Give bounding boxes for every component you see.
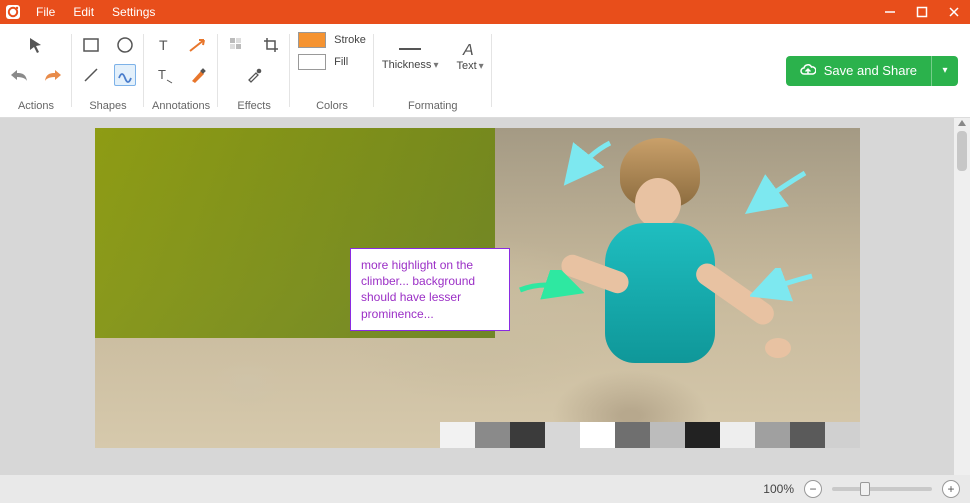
group-label-shapes: Shapes <box>89 98 126 115</box>
svg-text:T: T <box>158 67 166 82</box>
highlighter-tool-icon[interactable] <box>187 64 209 86</box>
blur-effect-icon[interactable] <box>226 34 248 56</box>
zoom-slider[interactable] <box>832 487 932 491</box>
menu-bar: File Edit Settings <box>28 2 163 22</box>
scroll-up-icon[interactable] <box>957 118 967 128</box>
group-label-actions: Actions <box>18 98 54 115</box>
callout-tool-icon[interactable]: T <box>153 64 175 86</box>
vertical-scrollbar[interactable] <box>954 118 970 475</box>
redo-icon[interactable] <box>42 64 64 86</box>
freehand-shape-icon[interactable] <box>114 64 136 86</box>
group-annotations: T T Annotations <box>144 24 218 117</box>
menu-edit[interactable]: Edit <box>65 2 102 22</box>
group-colors: Stroke Fill Colors <box>290 24 374 117</box>
group-label-formatting: Formating <box>408 98 458 115</box>
window-controls <box>874 0 970 24</box>
chevron-down-icon: ▾ <box>479 61 484 72</box>
cloud-upload-icon <box>800 63 816 79</box>
save-share-label: Save and Share <box>824 63 917 78</box>
zoom-out-button[interactable]: − <box>804 480 822 498</box>
undo-icon[interactable] <box>8 64 30 86</box>
annotation-arrow-green[interactable] <box>515 270 585 310</box>
menu-settings[interactable]: Settings <box>104 2 163 22</box>
ellipse-shape-icon[interactable] <box>114 34 136 56</box>
group-actions: Actions <box>0 24 72 117</box>
title-bar: File Edit Settings <box>0 0 970 24</box>
pixelation-strip <box>440 422 860 448</box>
text-tool-icon[interactable]: T <box>153 34 175 56</box>
maximize-button[interactable] <box>906 0 938 24</box>
text-format-label: Text <box>456 60 476 72</box>
zoom-value: 100% <box>763 482 794 496</box>
group-label-colors: Colors <box>316 98 348 115</box>
chevron-down-icon: ▾ <box>433 60 438 71</box>
annotation-arrow-cyan-2[interactable] <box>745 168 815 218</box>
workspace: more highlight on the climber... backgro… <box>0 118 970 503</box>
ribbon-toolbar: Actions Shapes T T Annotations <box>0 24 970 118</box>
annotation-arrow-cyan-3[interactable] <box>750 268 820 308</box>
crop-effect-icon[interactable] <box>260 34 282 56</box>
zoom-slider-knob[interactable] <box>860 482 870 496</box>
annotation-textbox[interactable]: more highlight on the climber... backgro… <box>350 248 510 331</box>
app-logo-icon <box>0 0 26 24</box>
minimize-button[interactable] <box>874 0 906 24</box>
canvas[interactable]: more highlight on the climber... backgro… <box>95 128 860 448</box>
annotation-arrow-cyan-1[interactable] <box>560 138 620 188</box>
fill-color-swatch[interactable] <box>298 54 326 70</box>
thickness-menu[interactable]: Thickness▾ <box>382 41 439 71</box>
status-bar: 100% − + <box>0 475 970 503</box>
arrow-tool-icon[interactable] <box>187 34 209 56</box>
save-share-main[interactable]: Save and Share <box>786 56 932 86</box>
group-effects: Effects <box>218 24 290 117</box>
chevron-down-icon: ▾ <box>942 65 947 76</box>
svg-text:A: A <box>462 42 474 58</box>
svg-text:T: T <box>159 37 168 53</box>
zoom-in-button[interactable]: + <box>942 480 960 498</box>
close-button[interactable] <box>938 0 970 24</box>
menu-file[interactable]: File <box>28 2 63 22</box>
text-format-menu[interactable]: A Text▾ <box>456 40 483 72</box>
stroke-color-swatch[interactable] <box>298 32 326 48</box>
group-label-annotations: Annotations <box>152 98 210 115</box>
pointer-tool-icon[interactable] <box>25 34 47 56</box>
stroke-label: Stroke <box>334 34 366 46</box>
fill-label: Fill <box>334 56 348 68</box>
thickness-label: Thickness <box>382 59 432 71</box>
group-shapes: Shapes <box>72 24 144 117</box>
group-label-effects: Effects <box>237 98 270 115</box>
line-shape-icon[interactable] <box>80 64 102 86</box>
eyedropper-icon[interactable] <box>243 64 265 86</box>
save-share-button: Save and Share ▾ <box>786 56 958 86</box>
scroll-thumb[interactable] <box>957 131 967 171</box>
group-formatting: Thickness▾ A Text▾ Formating <box>374 24 492 117</box>
rectangle-shape-icon[interactable] <box>80 34 102 56</box>
save-share-dropdown[interactable]: ▾ <box>932 56 958 86</box>
